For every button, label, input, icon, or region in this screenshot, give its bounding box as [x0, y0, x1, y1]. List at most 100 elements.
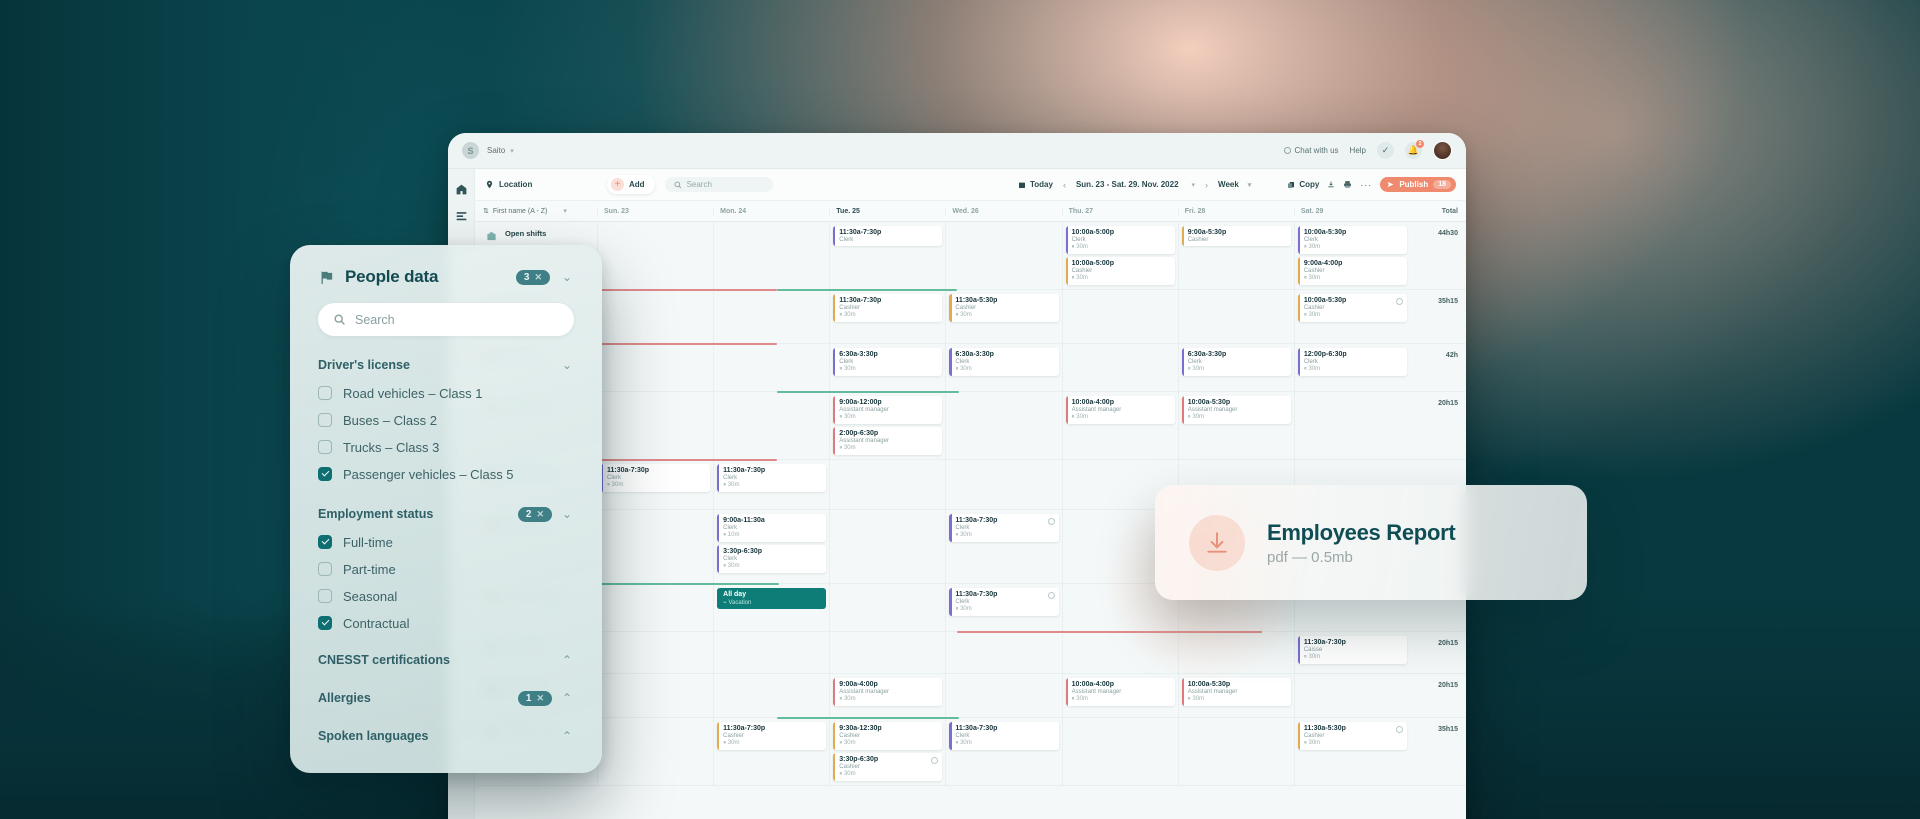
filter-group-chevron-down-icon[interactable]: ⌄ [560, 508, 574, 520]
schedule-cell[interactable]: 11:30a-7:30p Clerk ⏸ 30m [945, 584, 1061, 631]
table-row[interactable]: Julia Patel23h20h – 28h11:30a-7:30pCaiss… [475, 631, 1466, 674]
schedule-cell[interactable]: 11:30a-7:30p Clerk [829, 222, 945, 289]
schedule-cell[interactable] [1061, 290, 1178, 343]
schedule-cell[interactable]: All day ⌁ Vacation [713, 584, 829, 631]
schedule-cell[interactable] [1177, 718, 1294, 785]
schedule-cell[interactable] [945, 460, 1061, 509]
chevron-down-icon[interactable]: ▾ [510, 147, 514, 155]
download-icon[interactable] [1189, 514, 1245, 571]
shift-block[interactable]: 3:30p-6:30p Cashier ⏸ 30m [833, 753, 943, 781]
day-header[interactable]: Sat. 29 [1293, 207, 1410, 215]
shift-block[interactable]: 11:30a-7:30p Cashier ⏸ 30m [833, 294, 943, 322]
shift-block[interactable]: 11:30a-7:30p Clerk ⏸ 30m [949, 722, 1059, 750]
vacation-block[interactable]: All day ⌁ Vacation [717, 588, 827, 609]
schedule-search-input[interactable]: Search [664, 177, 773, 192]
filter-group-chevron-up-icon[interactable]: ⌃ [560, 654, 574, 666]
filter-group-header[interactable]: Employment status 2 ✕ ⌄ [318, 505, 574, 523]
eye-icon[interactable] [1047, 518, 1055, 525]
schedule-cell[interactable] [829, 460, 945, 509]
shift-block[interactable]: 11:30a-7:30p Clerk [833, 226, 943, 246]
shift-block[interactable]: 11:30a-7:30p Cashier ⏸ 30m [717, 722, 827, 750]
schedule-cell[interactable] [829, 632, 945, 673]
shift-block[interactable]: 2:00p-6:30p Assistant manager ⏸ 30m [833, 427, 943, 455]
schedule-cell[interactable]: 10:00a-5:30p Assistant manager ⏸ 30m [1177, 674, 1294, 717]
table-row[interactable]: Alex Forest34h30h – 40h9:00a-4:00pAssist… [475, 674, 1466, 718]
shift-block[interactable]: 9:00a-12:00p Assistant manager ⏸ 30m [833, 396, 943, 424]
schedule-cell[interactable]: 11:30a-7:30p Cashier ⏸ 30m [713, 718, 829, 785]
checkbox[interactable] [318, 589, 332, 603]
schedule-cell[interactable] [829, 510, 945, 583]
schedule-cell[interactable] [597, 632, 713, 673]
filter-group-header[interactable]: Driver's license ⌄ [318, 356, 574, 374]
name-column-header[interactable]: ⇅ First name (A - Z) ▾ [475, 207, 597, 216]
copy-button[interactable]: Copy [1287, 180, 1319, 189]
close-icon[interactable]: ✕ [534, 272, 542, 283]
table-row[interactable]: Open shifts 11:30a-7:30p Clerk 10:00a-5:00p… [475, 222, 1466, 290]
schedule-cell[interactable]: 9:00a-12:00p Assistant manager ⏸ 30m 2:00p-… [829, 392, 945, 459]
download-icon[interactable] [1327, 180, 1335, 189]
schedule-cell[interactable]: 11:30a-5:30p Cashier ⏸ 30m [1293, 718, 1410, 785]
filter-group-collapsed[interactable]: Allergies 1 ✕ ⌃ [318, 686, 574, 710]
shift-block[interactable]: 11:30a-7:30p Caisse ⏸ 30m [1297, 636, 1407, 664]
checkbox[interactable] [318, 535, 332, 549]
shift-block[interactable]: 6:30a-3:30p Clerk ⏸ 30m [1181, 348, 1291, 376]
schedule-cell[interactable] [945, 222, 1061, 289]
shift-block[interactable]: 11:30a-7:30p Clerk ⏸ 30m [949, 514, 1059, 542]
schedule-cell[interactable] [1061, 344, 1178, 391]
schedule-cell[interactable]: 11:30a-5:30p Cashier ⏸ 30m [945, 290, 1061, 343]
table-row[interactable]: Charlotte Caya28h24h – 35h11:30a-7:30pCa… [475, 717, 1466, 786]
shift-block[interactable]: 11:30a-7:30p Clerk ⏸ 30m [717, 464, 827, 492]
filter-panel-badge[interactable]: 3 ✕ [515, 269, 550, 285]
schedule-cell[interactable]: 11:30a-7:30p Clerk ⏸ 30m [597, 460, 713, 509]
add-button[interactable]: + Add [607, 175, 655, 194]
shift-block[interactable]: 11:30a-5:30p Cashier ⏸ 30m [1297, 722, 1407, 750]
location-selector[interactable]: Location [485, 180, 597, 189]
day-header[interactable]: Fri. 28 [1177, 207, 1294, 215]
filter-option[interactable]: Buses – Class 2 [318, 409, 574, 431]
shift-block[interactable]: 10:00a-5:30p Assistant manager ⏸ 30m [1181, 678, 1291, 706]
eye-icon[interactable] [1395, 298, 1403, 305]
schedule-cell[interactable] [713, 392, 829, 459]
shift-block[interactable]: 9:30a-12:30p Cashier ⏸ 30m [833, 722, 943, 750]
more-options-icon[interactable]: ··· [1360, 180, 1372, 190]
table-row[interactable]: Emma Dion28h24h – 35h11:30a-7:30pCashier… [475, 289, 1466, 344]
schedule-cell[interactable]: 9:00a-4:00p Assistant manager ⏸ 30m [829, 674, 945, 717]
schedule-cell[interactable] [713, 222, 829, 289]
shift-block[interactable]: 10:00a-4:00p Assistant manager ⏸ 30m [1065, 678, 1175, 706]
publish-button[interactable]: Publish 18 [1380, 177, 1456, 192]
download-toast[interactable]: Employees Report pdf — 0.5mb [1155, 485, 1587, 600]
schedule-cell[interactable] [1177, 290, 1294, 343]
table-row[interactable]: Sarah Roy32h35h – 40h6:30a-3:30pClerk⏸ 3… [475, 343, 1466, 392]
check-status-button[interactable]: ✓ [1377, 142, 1394, 159]
shift-block[interactable]: 12:00p-6:30p Clerk ⏸ 30m [1297, 348, 1407, 376]
filter-group-chevron-down-icon[interactable]: ⌄ [560, 359, 574, 371]
shift-block[interactable]: 11:30a-5:30p Cashier ⏸ 30m [949, 294, 1059, 322]
schedule-cell[interactable]: 12:00p-6:30p Clerk ⏸ 30m [1293, 344, 1410, 391]
filter-group-badge[interactable]: 1 ✕ [517, 690, 552, 706]
schedule-cell[interactable] [713, 344, 829, 391]
filter-option[interactable]: Passenger vehicles – Class 5 [318, 463, 574, 485]
shift-block[interactable]: 10:00a-4:00p Assistant manager ⏸ 30m [1065, 396, 1175, 424]
schedule-cell[interactable]: 11:30a-7:30p Caisse ⏸ 30m [1293, 632, 1410, 673]
filter-option[interactable]: Contractual [318, 612, 574, 634]
schedule-cell[interactable]: 10:00a-4:00p Assistant manager ⏸ 30m [1061, 674, 1178, 717]
help-button[interactable]: Help [1350, 146, 1366, 155]
shift-block[interactable]: 10:00a-5:30p Assistant manager ⏸ 30m [1181, 396, 1291, 424]
filter-search-input[interactable]: Search [318, 303, 574, 336]
schedule-cell[interactable]: 10:00a-5:30p Cashier ⏸ 30m [1293, 290, 1410, 343]
schedule-cell[interactable]: 6:30a-3:30p Clerk ⏸ 30m [829, 344, 945, 391]
schedule-cell[interactable]: 11:30a-7:30p Clerk ⏸ 30m [713, 460, 829, 509]
schedule-cell[interactable] [1293, 392, 1410, 459]
checkbox[interactable] [318, 413, 332, 427]
schedule-cell[interactable]: 9:30a-12:30p Cashier ⏸ 30m 3:30p-6:30p Cashi… [829, 718, 945, 785]
day-header[interactable]: Thu. 27 [1061, 207, 1178, 215]
shift-block[interactable]: 10:00a-5:00p Cashier ⏸ 30m [1065, 257, 1175, 285]
schedule-cell[interactable] [597, 674, 713, 717]
filter-group-badge[interactable]: 2 ✕ [517, 506, 552, 522]
schedule-cell[interactable] [829, 584, 945, 631]
shift-block[interactable]: 6:30a-3:30p Clerk ⏸ 30m [833, 348, 943, 376]
filter-group-chevron-up-icon[interactable]: ⌃ [560, 692, 574, 704]
date-range-chevron-down-icon[interactable]: ▾ [1192, 181, 1196, 189]
filter-option[interactable]: Road vehicles – Class 1 [318, 382, 574, 404]
shift-block[interactable]: 6:30a-3:30p Clerk ⏸ 30m [949, 348, 1059, 376]
